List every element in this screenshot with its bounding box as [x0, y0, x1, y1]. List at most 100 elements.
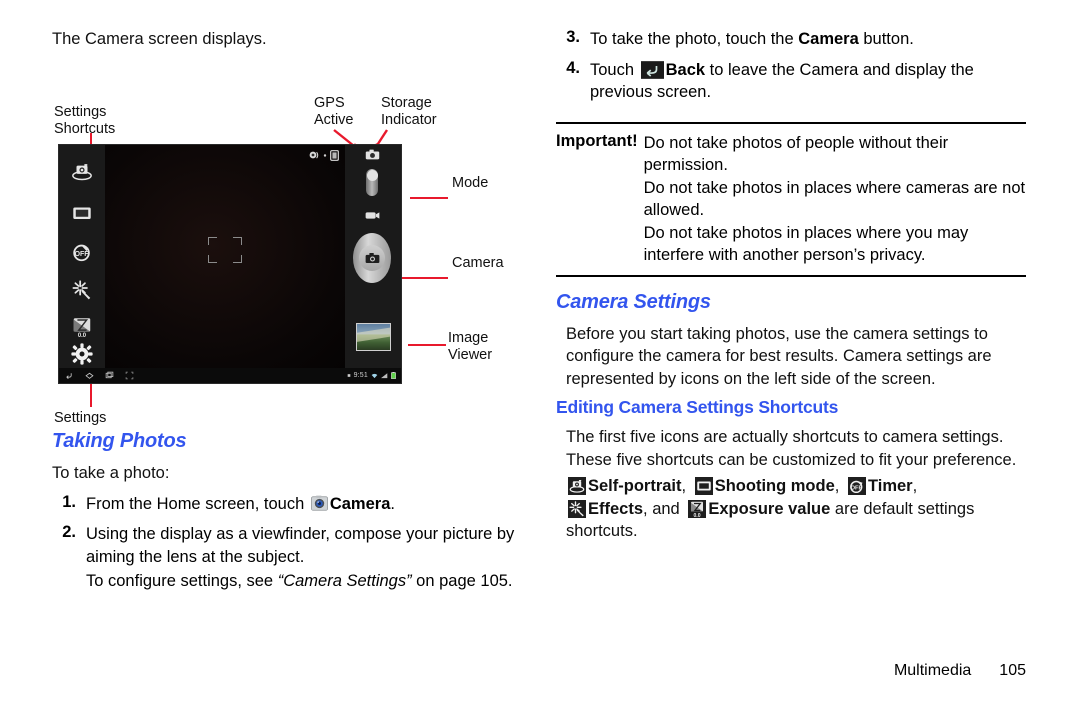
- shortcut-label: Shooting mode: [714, 477, 835, 495]
- mode-slider-knob[interactable]: [366, 170, 378, 181]
- cont-italic: “Camera Settings”: [277, 572, 412, 590]
- step-text: From the Home screen, touch Camera.: [86, 493, 522, 516]
- shortcut-label: Effects: [588, 499, 644, 518]
- step-number: 3.: [566, 28, 580, 46]
- status-clock: 9:51: [353, 372, 368, 379]
- gps-active-icon: [309, 151, 319, 159]
- status-dot-icon: [323, 154, 327, 157]
- shooting-mode-icon[interactable]: [71, 202, 93, 224]
- shooting-mode-icon: [694, 477, 713, 495]
- svg-text:0.0: 0.0: [694, 512, 701, 517]
- status-tray: 9:51: [347, 372, 401, 379]
- step-number: 4.: [566, 58, 580, 77]
- callout-storage-indicator: Storage Indicator: [381, 95, 437, 128]
- mode-slider[interactable]: [363, 157, 381, 209]
- system-navigation-bar: 9:51: [59, 368, 401, 383]
- step-text: Touch Back to leave the Camera and displ…: [590, 59, 1026, 104]
- wifi-icon: [371, 373, 378, 378]
- video-mode-icon: [365, 212, 380, 219]
- step-text-part: Touch: [590, 60, 639, 79]
- shortcut-label: Exposure value: [708, 499, 831, 518]
- shortcut-label: Timer: [867, 477, 913, 495]
- back-button-icon: [640, 60, 664, 79]
- callout-image-viewer: Image Viewer: [448, 330, 493, 363]
- camera-shutter-button[interactable]: [353, 233, 391, 283]
- shortcut-icon-list: Self-portrait, Shooting mode, OFF Timer , …: [566, 475, 1026, 543]
- step-text: To take the photo, touch the Camera butt…: [590, 28, 1026, 51]
- shortcut-sep: ,: [681, 477, 687, 495]
- leader-line-settings: [90, 384, 92, 407]
- camera-settings-paragraph: Before you start taking photos, use the …: [566, 324, 992, 388]
- footer-page-number: 105: [999, 662, 1026, 679]
- settings-shortcuts-rail: OFF 0.0: [59, 145, 105, 368]
- camera-icon: [365, 253, 379, 263]
- timer-icon: OFF: [847, 477, 866, 495]
- important-body: Do not take photos of people without the…: [644, 132, 1026, 267]
- shutter-inner-ring: [359, 245, 385, 271]
- exposure-value-icon: 0.0: [688, 499, 707, 518]
- camera-viewfinder: [105, 145, 345, 368]
- settings-gear-icon[interactable]: [70, 342, 94, 366]
- image-viewer-thumbnail[interactable]: [356, 323, 391, 351]
- recents-icon[interactable]: [105, 371, 114, 380]
- step-item: 3. To take the photo, touch the Camera b…: [556, 28, 1026, 51]
- exposure-value-icon[interactable]: 0.0: [71, 316, 93, 339]
- lead-in-text: To take a photo:: [52, 464, 170, 482]
- important-note: Important! Do not take photos of people …: [556, 132, 1026, 267]
- cont-part: To configure settings, see: [86, 572, 278, 590]
- effects-icon[interactable]: [71, 279, 93, 301]
- camera-app-icon: [310, 495, 328, 512]
- effects-icon: [568, 499, 586, 518]
- tablet-device-screen: OFF 0.0 9:51: [58, 144, 402, 384]
- notification-dot-icon: [347, 374, 350, 377]
- page-footer: Multimedia 105: [894, 662, 1026, 680]
- important-line: Do not take photos of people without the…: [643, 133, 949, 175]
- important-rule-top: [556, 121, 1026, 124]
- battery-icon: [391, 372, 396, 379]
- svg-text:OFF: OFF: [75, 251, 89, 258]
- left-column-lower: Taking Photos To take a photo: 1. From t…: [52, 430, 522, 593]
- svg-text:0.0: 0.0: [78, 333, 87, 338]
- sub-heading-editing-shortcuts: Editing Camera Settings Shortcuts: [556, 397, 839, 417]
- signal-icon: [381, 372, 388, 378]
- callout-settings: Settings: [54, 410, 107, 426]
- back-icon[interactable]: [65, 371, 74, 380]
- important-line: Do not take photos in places where camer…: [643, 178, 1026, 220]
- section-heading-taking-photos: Taking Photos: [52, 430, 187, 452]
- leader-line-mode: [410, 197, 448, 199]
- camera-controls-rail: [345, 145, 401, 368]
- shortcut-sep: , and: [643, 499, 680, 518]
- step-item: 2. Using the display as a viewfinder, co…: [52, 523, 522, 593]
- self-portrait-icon: [568, 477, 586, 495]
- callout-camera: Camera: [452, 255, 504, 271]
- screenshot-icon[interactable]: [125, 371, 134, 380]
- timer-icon[interactable]: OFF: [71, 241, 93, 263]
- callout-settings-shortcuts: Settings Shortcuts: [54, 104, 116, 137]
- step-text: Using the display as a viewfinder, compo…: [86, 523, 522, 593]
- cont-tail: on page 105.: [411, 572, 513, 590]
- focus-brackets-icon: [208, 236, 242, 263]
- step-item: 1. From the Home screen, touch Camera.: [52, 493, 522, 516]
- storage-indicator-icon: [330, 150, 339, 161]
- shortcut-sep: ,: [834, 477, 840, 495]
- step-text-tail: .: [390, 494, 395, 513]
- manual-page: The Camera screen displays. Settings Sho…: [0, 0, 1080, 720]
- self-portrait-icon[interactable]: [71, 161, 93, 183]
- intro-paragraph: The Camera screen displays.: [52, 30, 267, 48]
- step-item: 4. Touch Back to leave the Camera and di…: [556, 59, 1026, 104]
- step-number: 1.: [62, 492, 76, 511]
- step-text-part: Using the display as a viewfinder, compo…: [86, 525, 515, 566]
- step-text-part: To take the photo, touch the: [590, 30, 799, 48]
- step-text-tail: button.: [858, 30, 914, 48]
- shortcut-label: Self-portrait: [588, 477, 682, 495]
- important-label: Important!: [556, 131, 638, 150]
- right-column: 3. To take the photo, touch the Camera b…: [556, 28, 1026, 543]
- leader-line-image-viewer: [408, 344, 446, 346]
- step-continuation: To configure settings, see “Camera Setti…: [86, 570, 522, 593]
- footer-section-name: Multimedia: [893, 662, 972, 679]
- home-icon[interactable]: [85, 371, 94, 380]
- section-heading-camera-settings: Camera Settings: [556, 290, 711, 313]
- status-icon-group: [308, 150, 339, 161]
- callout-mode: Mode: [452, 175, 489, 191]
- callout-gps-active: GPS Active: [314, 95, 354, 128]
